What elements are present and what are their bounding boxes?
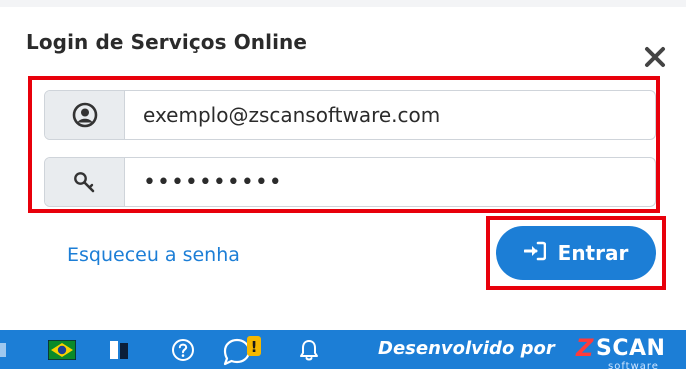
password-input[interactable]	[125, 158, 655, 206]
logo-sub: software	[608, 361, 659, 369]
password-field-group	[44, 157, 656, 207]
credentials-highlight	[28, 76, 660, 213]
enter-button-label: Entrar	[557, 241, 629, 265]
chat-alert-icon[interactable]: !	[218, 330, 268, 369]
key-icon	[45, 158, 125, 206]
sign-in-icon	[523, 241, 546, 266]
enter-highlight: Entrar	[486, 216, 666, 290]
email-field-group	[44, 90, 656, 140]
login-dialog: Login de Serviços Online exemplo@zscanso…	[0, 0, 686, 330]
device-icon[interactable]	[102, 330, 136, 369]
brazil-flag-icon[interactable]	[44, 330, 80, 369]
taskbar: ! Desenvolvido por Z SCAN software	[0, 330, 686, 369]
logo-z: Z	[576, 334, 594, 362]
developed-by-label: Desenvolvido por	[378, 338, 555, 359]
user-circle-icon	[45, 91, 125, 139]
close-icon[interactable]	[640, 42, 670, 72]
partial-icon	[0, 330, 10, 369]
dialog-title: Login de Serviços Online	[26, 30, 308, 54]
screen: Login de Serviços Online exemplo@zscanso…	[0, 0, 686, 369]
alert-badge: !	[251, 338, 258, 356]
zscan-logo[interactable]: Z SCAN software	[576, 333, 686, 369]
enter-button[interactable]: Entrar	[496, 226, 656, 280]
forgot-password-link[interactable]: Esqueceu a senha	[67, 244, 240, 266]
help-icon[interactable]	[166, 330, 200, 369]
dialog-top-edge	[0, 0, 686, 7]
bell-icon[interactable]	[292, 330, 326, 369]
logo-scan: SCAN	[596, 336, 666, 361]
email-input[interactable]	[125, 91, 655, 139]
